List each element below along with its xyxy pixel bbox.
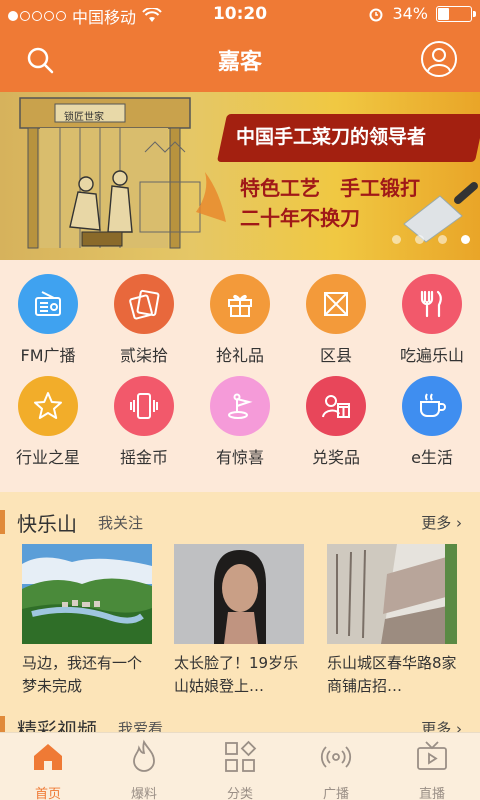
chevron-right-icon: › (456, 514, 462, 532)
grid-item-label: 摇金币 (119, 448, 168, 467)
banner-headline: 中国手工菜刀的领导者 (236, 126, 427, 148)
tab-category[interactable]: 分类 (192, 739, 288, 800)
feature-grid: FM广播 贰柒拾 抢礼品 区县 吃遍乐山行业之星 摇金币 有惊喜 兑奖品 e生活 (0, 260, 480, 492)
grid-item-label: 区县 (319, 346, 352, 365)
tab-bar: 首页 爆料 分类 广播 直播 (0, 732, 480, 800)
tv-icon (417, 741, 447, 770)
card-thumbnail (327, 544, 457, 644)
grid-item-8[interactable]: 有惊喜 (192, 376, 288, 468)
section-subtitle[interactable]: 我关注 (98, 512, 143, 533)
nav-bar: 嘉客 (0, 28, 480, 92)
grid-item-label: 贰柒拾 (119, 346, 168, 365)
home-icon (34, 744, 62, 770)
grid-item-2[interactable]: 贰柒拾 (96, 274, 192, 366)
grid-item-label: 兑奖品 (311, 448, 360, 467)
news-card[interactable]: 马边，我还有一个梦未完成 (22, 544, 154, 698)
grid-item-label: 吃遍乐山 (399, 346, 464, 365)
status-bar: 中国移动 10:20 34% (0, 0, 480, 28)
map-icon (306, 274, 366, 334)
blacksmith-illustration (19, 97, 226, 249)
grid-item-label: 抢礼品 (215, 346, 264, 365)
grid-item-label: FM广播 (20, 346, 76, 365)
prize-icon (306, 376, 366, 436)
happy-leshan-section: 快乐山 我关注 更多 › 马边，我还有一个梦未完成 太长脸了！19岁乐山姑娘登上… (0, 492, 480, 742)
banner-tagline-1: 特色工艺 手工锻打 (240, 176, 420, 200)
card-icon (114, 274, 174, 334)
news-card[interactable]: 乐山城区春华路8家商铺店招… (327, 544, 459, 698)
card-caption: 太长脸了！19岁乐山姑娘登上… (174, 654, 299, 695)
pager-dot[interactable] (392, 235, 401, 244)
page-title: 嘉客 (217, 50, 262, 75)
grid-item-5[interactable]: 吃遍乐山 (384, 274, 480, 366)
banner-pager[interactable] (392, 235, 470, 244)
news-card[interactable]: 太长脸了！19岁乐山姑娘登上… (174, 544, 306, 698)
cup-icon (402, 376, 462, 436)
tab-broadcast[interactable]: 广播 (288, 739, 384, 800)
grid-item-1[interactable]: FM广播 (0, 274, 96, 366)
section-header: 快乐山 我关注 更多 › (0, 508, 480, 536)
more-link[interactable]: 更多 › (421, 512, 462, 533)
grid-item-6[interactable]: 行业之星 (0, 376, 96, 468)
radio-icon (18, 274, 78, 334)
grid-item-10[interactable]: e生活 (384, 376, 480, 468)
grid-item-3[interactable]: 抢礼品 (192, 274, 288, 366)
grid-item-9[interactable]: 兑奖品 (288, 376, 384, 468)
alarm-icon (369, 8, 383, 21)
flag-icon (210, 376, 270, 436)
card-caption: 马边，我还有一个梦未完成 (22, 654, 143, 695)
shop-sign: 锁匠世家 (64, 112, 104, 123)
pager-dot[interactable] (415, 235, 424, 244)
tab-home[interactable]: 首页 (0, 739, 96, 800)
card-caption: 乐山城区春华路8家商铺店招… (327, 654, 457, 695)
grid-item-4[interactable]: 区县 (288, 274, 384, 366)
category-icon (225, 740, 257, 772)
flame-icon (133, 739, 155, 772)
section-title: 快乐山 (17, 512, 77, 536)
tab-live[interactable]: 直播 (384, 739, 480, 800)
gift-icon (210, 274, 270, 334)
battery-percent: 34% (392, 4, 428, 23)
grid-item-7[interactable]: 摇金币 (96, 376, 192, 468)
fork-knife-icon (402, 274, 462, 334)
promo-banner[interactable]: 锁匠世家 中国手工菜刀的领导者 特色工艺 手工锻打 二十年不换刀 (0, 92, 480, 260)
user-profile-icon[interactable] (420, 40, 458, 78)
grid-item-label: 有惊喜 (215, 448, 264, 467)
banner-tagline-2: 二十年不换刀 (240, 206, 360, 230)
battery-icon (436, 5, 476, 22)
grid-item-label: e生活 (411, 448, 453, 467)
pager-dot[interactable] (461, 235, 470, 244)
star-icon (18, 376, 78, 436)
broadcast-icon (320, 746, 352, 768)
shake-phone-icon (114, 376, 174, 436)
pager-dot[interactable] (438, 235, 447, 244)
card-thumbnail (174, 544, 304, 644)
tab-report[interactable]: 爆料 (96, 739, 192, 800)
grid-item-label: 行业之星 (15, 448, 80, 467)
card-thumbnail (22, 544, 152, 644)
